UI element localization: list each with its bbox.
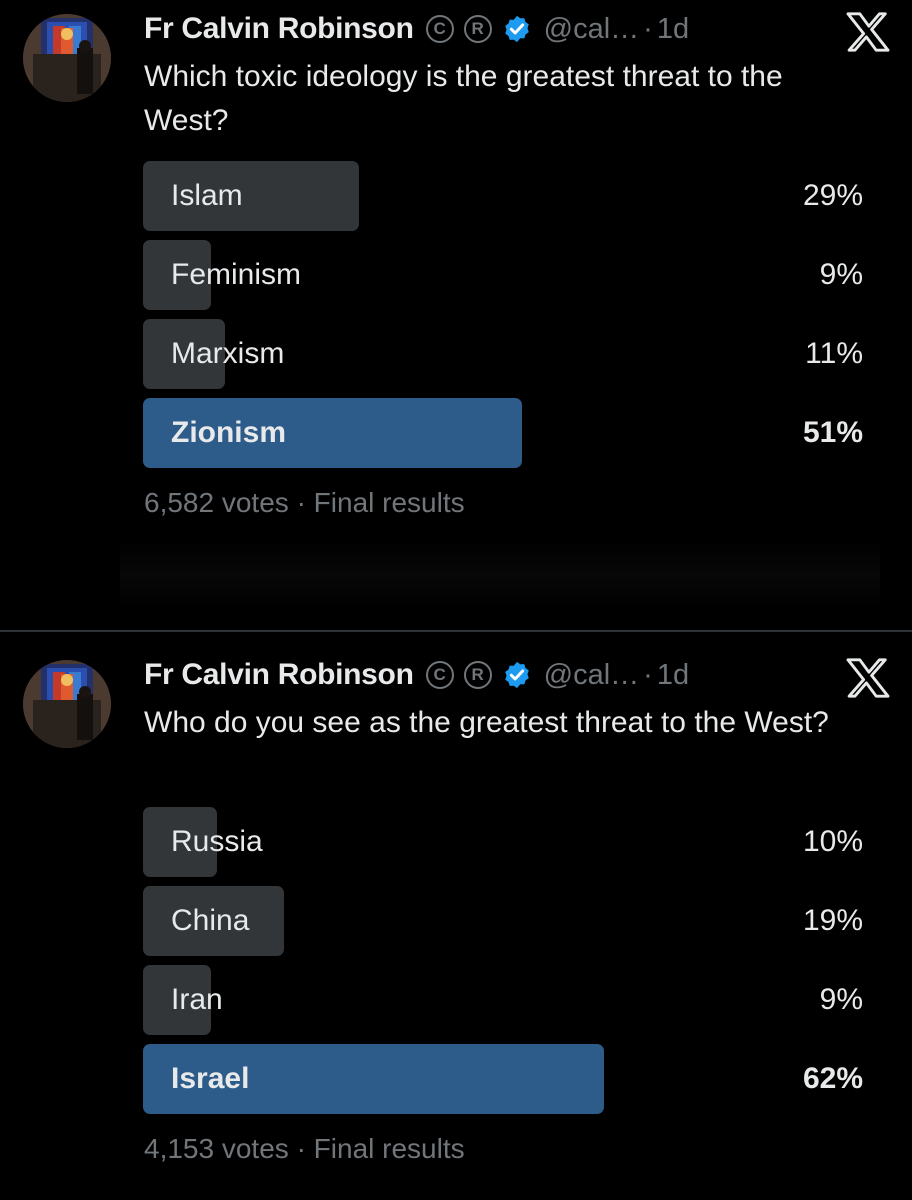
poll-option: China 19%	[143, 886, 865, 956]
post-time[interactable]: 1d	[657, 13, 689, 46]
separator: ·	[643, 658, 653, 691]
poll-option-winner: Israel 62%	[143, 1044, 865, 1114]
poll-option: Islam 29%	[143, 161, 865, 231]
registered-icon: R	[463, 15, 492, 43]
x-logo-icon	[846, 658, 890, 698]
option-label: China	[171, 904, 250, 937]
option-percent: 19%	[802, 904, 863, 937]
author-name[interactable]: Fr Calvin Robinson	[144, 658, 414, 692]
divider	[0, 630, 912, 632]
separator: ·	[643, 12, 653, 45]
option-percent: 62%	[802, 1062, 863, 1095]
poll-meta: 6,582 votes · Final results	[144, 487, 465, 519]
poll-post-1[interactable]: Fr Calvin Robinson C R @cal… · 1d Which …	[0, 0, 912, 628]
avatar[interactable]	[23, 660, 111, 748]
verified-badge-icon	[504, 15, 529, 43]
poll-status: Final results	[313, 1133, 465, 1164]
option-percent: 10%	[802, 825, 863, 858]
avatar[interactable]	[23, 14, 111, 102]
separator: ·	[296, 1133, 306, 1164]
option-label: Islam	[171, 179, 243, 212]
poll-options: Russia 10% China 19% Iran 9% Israel 62%	[143, 807, 865, 1123]
author-handle[interactable]: @cal…	[544, 13, 640, 46]
copyright-icon: C	[425, 661, 454, 689]
poll-option: Russia 10%	[143, 807, 865, 877]
separator: ·	[296, 487, 306, 518]
scroll-shadow	[120, 540, 880, 610]
vote-count: 6,582 votes	[144, 487, 289, 518]
author-handle[interactable]: @cal…	[544, 659, 640, 692]
option-label: Russia	[171, 825, 263, 858]
vote-count: 4,153 votes	[144, 1133, 289, 1164]
poll-meta: 4,153 votes · Final results	[144, 1133, 465, 1165]
option-percent: 9%	[819, 983, 863, 1016]
poll-option: Iran 9%	[143, 965, 865, 1035]
option-label: Feminism	[171, 258, 302, 291]
option-label: Israel	[171, 1062, 250, 1095]
option-label: Marxism	[171, 337, 285, 370]
post-header: Fr Calvin Robinson C R @cal… · 1d	[144, 9, 689, 49]
option-label: Iran	[171, 983, 223, 1016]
avatar-image	[23, 14, 111, 102]
avatar-image	[23, 660, 111, 748]
author-name[interactable]: Fr Calvin Robinson	[144, 12, 414, 46]
option-percent: 29%	[802, 179, 863, 212]
poll-post-2[interactable]: Fr Calvin Robinson C R @cal… · 1d Who do…	[0, 646, 912, 1200]
option-label: Zionism	[171, 416, 287, 449]
poll-question: Who do you see as the greatest threat to…	[144, 706, 829, 739]
option-percent: 9%	[819, 258, 863, 291]
post-header: Fr Calvin Robinson C R @cal… · 1d	[144, 655, 689, 695]
poll-status: Final results	[313, 487, 465, 518]
poll-option: Feminism 9%	[143, 240, 865, 310]
poll-options: Islam 29% Feminism 9% Marxism 11% Zionis…	[143, 161, 865, 477]
x-logo-icon	[846, 12, 890, 52]
option-percent: 11%	[805, 337, 863, 370]
post-time[interactable]: 1d	[657, 659, 689, 692]
poll-option-winner: Zionism 51%	[143, 398, 865, 468]
poll-option: Marxism 11%	[143, 319, 865, 389]
poll-question: Which toxic ideology is the greatest thr…	[144, 60, 783, 137]
option-percent: 51%	[802, 416, 863, 449]
verified-badge-icon	[504, 661, 529, 689]
registered-icon: R	[463, 661, 492, 689]
copyright-icon: C	[425, 15, 454, 43]
